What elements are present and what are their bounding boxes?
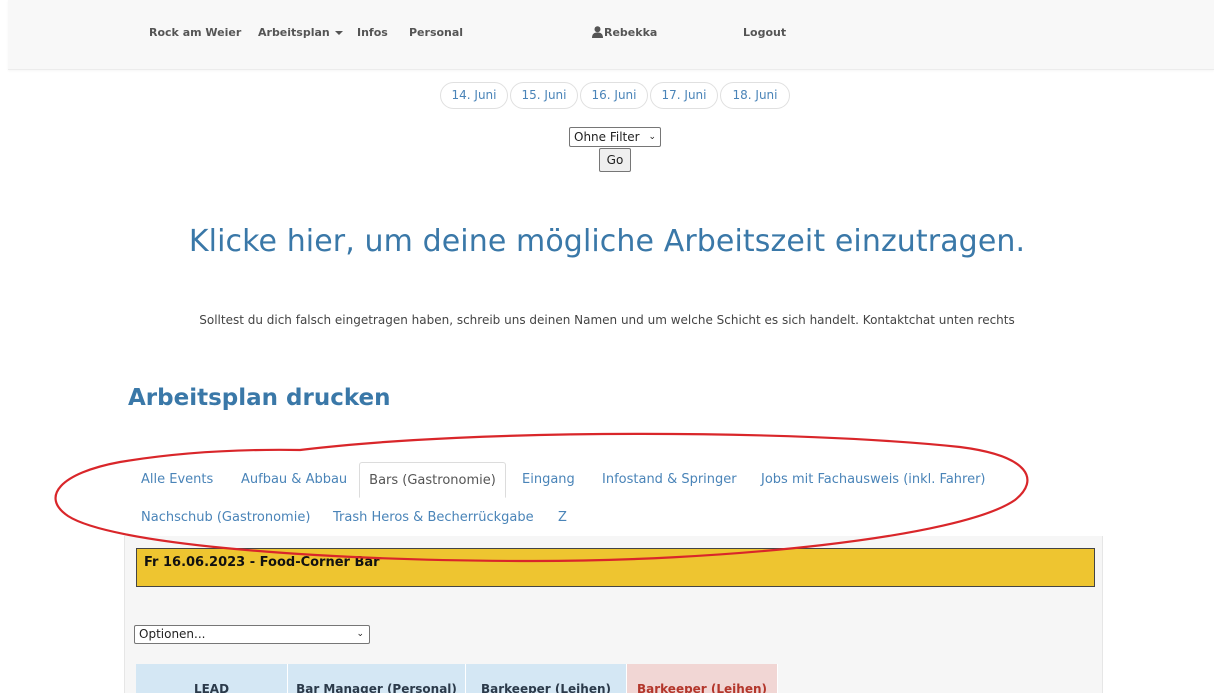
options-select[interactable]: Optionen... ⌄: [134, 625, 370, 644]
nav-arbeitsplan-label: Arbeitsplan: [258, 26, 330, 39]
tab-bars-gastronomie[interactable]: Bars (Gastronomie): [359, 462, 506, 498]
column-header-lead: LEAD: [136, 664, 288, 693]
user-name: Rebekka: [604, 26, 658, 39]
go-button[interactable]: Go: [599, 148, 631, 172]
nav-personal[interactable]: Personal: [409, 26, 463, 39]
filter-selected-value: Ohne Filter: [574, 130, 640, 144]
chevron-down-icon: ⌄: [648, 132, 656, 142]
nav-logout[interactable]: Logout: [743, 26, 786, 39]
tab-z[interactable]: Z: [558, 500, 567, 536]
user-icon: [592, 26, 603, 38]
day-pill[interactable]: 15. Juni: [510, 82, 578, 109]
filter-select[interactable]: Ohne Filter ⌄: [569, 127, 661, 147]
event-title: Fr 16.06.2023 - Food-Corner Bar: [144, 555, 380, 570]
day-pill[interactable]: 16. Juni: [580, 82, 648, 109]
day-pill[interactable]: 17. Juni: [650, 82, 718, 109]
day-pill[interactable]: 18. Juni: [720, 82, 790, 109]
nav-arbeitsplan-dropdown[interactable]: Arbeitsplan: [258, 26, 343, 39]
tab-aufbau-abbau[interactable]: Aufbau & Abbau: [241, 462, 347, 498]
enter-availability-link[interactable]: Klicke hier, um deine mögliche Arbeitsze…: [0, 224, 1214, 259]
section-title: Arbeitsplan drucken: [128, 385, 391, 411]
options-selected-value: Optionen...: [139, 627, 206, 641]
tab-trash-heros[interactable]: Trash Heros & Becherrückgabe: [333, 500, 534, 536]
column-header-bar-manager: Bar Manager (Personal): [288, 664, 466, 693]
nav-brand[interactable]: Rock am Weier: [149, 26, 241, 39]
column-header-barkeeper-open: Barkeeper (Leihen): [627, 664, 778, 693]
event-header: Fr 16.06.2023 - Food-Corner Bar: [136, 548, 1095, 587]
tab-jobs-fachausweis[interactable]: Jobs mit Fachausweis (inkl. Fahrer): [761, 462, 986, 498]
tab-alle-events[interactable]: Alle Events: [141, 462, 213, 498]
caret-down-icon: [334, 31, 343, 35]
chevron-down-icon: ⌄: [356, 629, 364, 639]
nav-user[interactable]: Rebekka: [592, 26, 657, 39]
day-pill[interactable]: 14. Juni: [440, 82, 508, 109]
column-header-barkeeper: Barkeeper (Leihen): [466, 664, 627, 693]
tab-infostand-springer[interactable]: Infostand & Springer: [602, 462, 737, 498]
tab-eingang[interactable]: Eingang: [522, 462, 575, 498]
top-navbar: Rock am Weier Arbeitsplan Infos Personal…: [8, 0, 1214, 70]
tab-nachschub[interactable]: Nachschub (Gastronomie): [141, 500, 310, 536]
nav-infos[interactable]: Infos: [357, 26, 388, 39]
info-text: Solltest du dich falsch eingetragen habe…: [199, 313, 1015, 327]
